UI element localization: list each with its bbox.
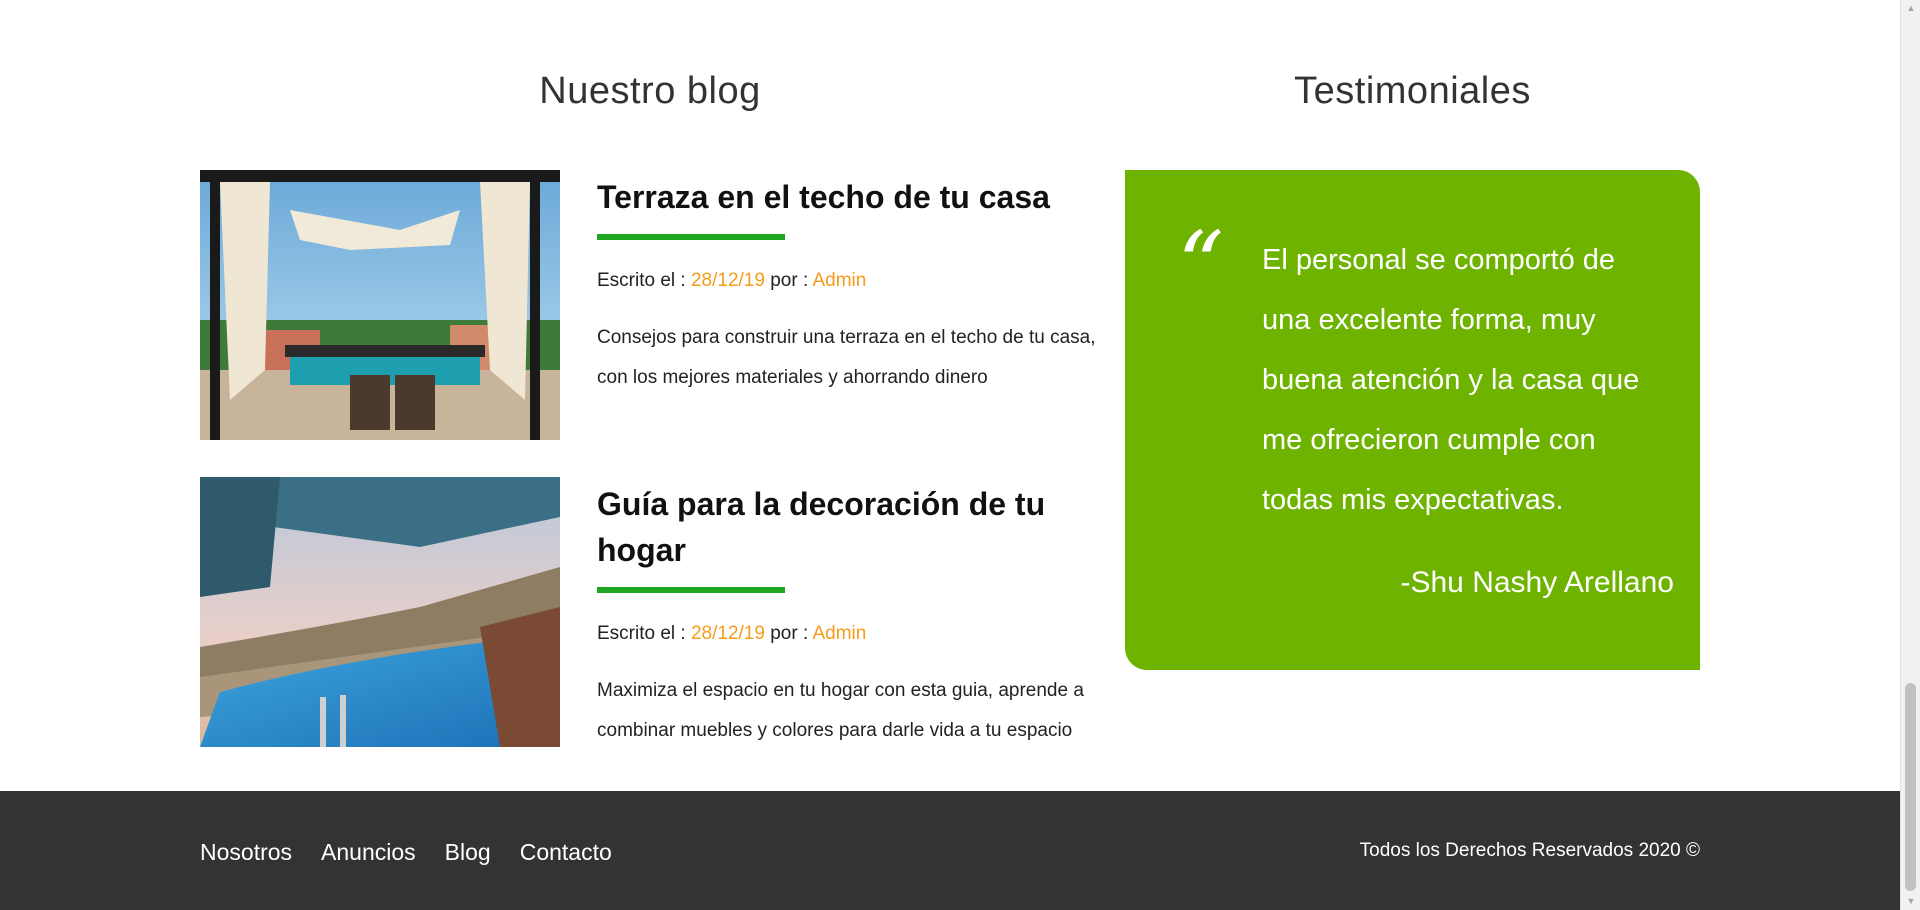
footer-link-nosotros[interactable]: Nosotros (200, 839, 292, 866)
blog-entry-excerpt: Maximiza el espacio en tu hogar con esta… (597, 680, 1084, 741)
blog-entry-date: 28/12/19 (690, 270, 765, 291)
title-underline (597, 587, 785, 593)
footer: Nosotros Anuncios Blog Contacto Todos lo… (0, 791, 1900, 910)
blog-entry-content: Terraza en el techo de tu casa Escrito e… (597, 174, 1097, 398)
footer-nav: Nosotros Anuncios Blog Contacto (200, 839, 641, 866)
blog-entry-author[interactable]: Admin (812, 623, 866, 644)
scroll-down-arrow-icon[interactable]: ▼ (1901, 893, 1920, 910)
meta-by: por : (764, 623, 813, 644)
blog-entry-author[interactable]: Admin (812, 270, 866, 291)
blog-entry-meta: Escrito el : 28/12/19 por : Admin (597, 623, 1097, 645)
testimonial-card: “ El personal se comportó de una excelen… (1125, 170, 1700, 670)
quote-icon: “ (1177, 212, 1225, 319)
testimonial-author: -Shu Nashy Arellano (1400, 566, 1675, 599)
testimonials-section-title: Testimoniales (1294, 70, 1531, 112)
blog-section-title: Nuestro blog (539, 70, 761, 112)
blog-entry-title[interactable]: Guía para la decoración de tu hogar (597, 481, 1097, 573)
testimonial-quote: El personal se comportó de una excelente… (1262, 244, 1640, 516)
blog-entry-title[interactable]: Terraza en el techo de tu casa (597, 174, 1097, 220)
page: Nuestro blog Testimoniales Terraza en el… (0, 0, 1900, 910)
meta-prefix: Escrito el : (597, 270, 691, 291)
footer-link-anuncios[interactable]: Anuncios (321, 839, 416, 866)
scroll-up-arrow-icon[interactable]: ▲ (1901, 0, 1920, 17)
footer-link-contacto[interactable]: Contacto (520, 839, 612, 866)
meta-prefix: Escrito el : (597, 623, 691, 644)
footer-link-blog[interactable]: Blog (445, 839, 491, 866)
blog-entry-meta: Escrito el : 28/12/19 por : Admin (597, 270, 1097, 292)
title-underline (597, 234, 785, 240)
vertical-scrollbar[interactable]: ▲ ▼ (1900, 0, 1920, 910)
blog-entry-image-terrace[interactable] (200, 170, 560, 440)
scroll-thumb[interactable] (1905, 683, 1916, 891)
blog-entry-date: 28/12/19 (690, 623, 765, 644)
copyright-text: Todos los Derechos Reservados 2020 © (1359, 840, 1700, 861)
blog-entry-content: Guía para la decoración de tu hogar Escr… (597, 481, 1097, 751)
blog-entry-excerpt: Consejos para construir una terraza en e… (597, 327, 1096, 388)
meta-by: por : (764, 270, 813, 291)
blog-entry-image-pool[interactable] (200, 477, 560, 747)
